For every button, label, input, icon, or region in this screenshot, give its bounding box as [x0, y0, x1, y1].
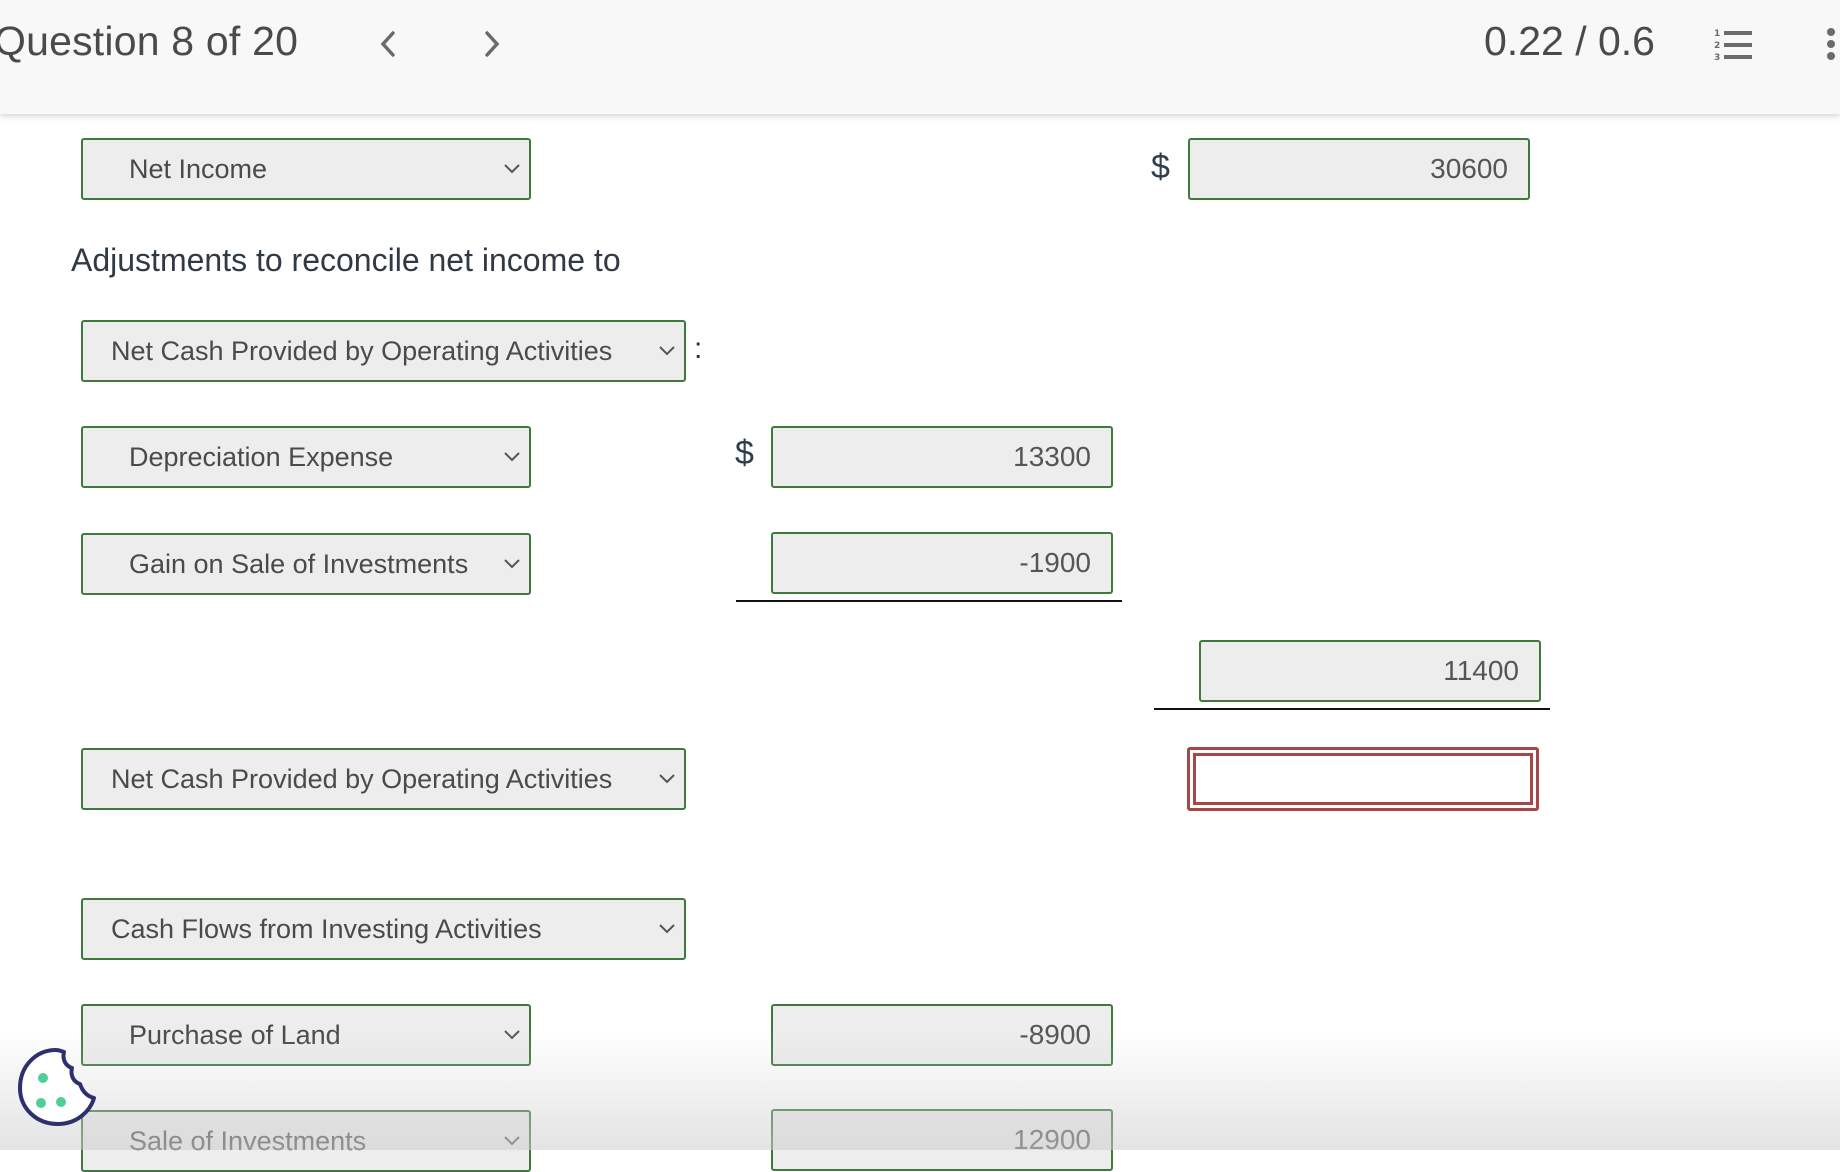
select-value: Net Cash Provided by Operating Activitie…	[111, 763, 613, 794]
chevron-down-icon	[659, 346, 675, 356]
question-list-button[interactable]: 1 2 3	[1712, 26, 1756, 63]
svg-text:3: 3	[1714, 53, 1720, 62]
chevron-down-icon	[504, 164, 520, 174]
account-select-operating-heading[interactable]: Net Cash Provided by Operating Activitie…	[81, 320, 686, 382]
svg-text:2: 2	[1714, 41, 1720, 51]
chevron-left-icon	[380, 31, 395, 57]
chevron-down-icon	[504, 452, 520, 462]
total-rule	[1154, 708, 1550, 710]
question-counter: Question 8 of 20	[0, 18, 299, 64]
account-select-gain-on-sale[interactable]: Gain on Sale of Investments	[81, 533, 531, 595]
account-select-net-income[interactable]: Net Income	[81, 138, 531, 200]
gain-on-sale-amount-input[interactable]: -1900	[771, 532, 1113, 594]
cookie-icon	[18, 1048, 96, 1126]
account-select-depreciation[interactable]: Depreciation Expense	[81, 426, 531, 488]
score-display: 0.22 / 0.6	[1484, 18, 1655, 64]
select-value: Net Income	[129, 153, 268, 184]
error-inner-border	[1193, 753, 1533, 805]
previous-question-button[interactable]	[370, 26, 406, 62]
purchase-of-land-amount-input[interactable]: -8900	[771, 1004, 1113, 1066]
cookie-settings-button[interactable]	[16, 1046, 98, 1128]
net-income-amount-input[interactable]: 30600	[1188, 138, 1530, 200]
account-select-purchase-of-land[interactable]: Purchase of Land	[81, 1004, 531, 1066]
subtotal-rule	[736, 600, 1122, 602]
adjustments-heading: Adjustments to reconcile net income to	[71, 242, 621, 278]
chevron-down-icon	[504, 1136, 520, 1146]
next-question-button[interactable]	[474, 26, 510, 62]
chevron-right-icon	[485, 31, 500, 57]
adjustments-total-input[interactable]: 11400	[1199, 640, 1541, 702]
account-select-sale-of-investments[interactable]: Sale of Investments	[81, 1110, 531, 1172]
numbered-list-icon: 1 2 3	[1714, 29, 1752, 63]
select-value: Gain on Sale of Investments	[129, 548, 469, 579]
chevron-down-icon	[659, 774, 675, 784]
currency-symbol: $	[1151, 148, 1170, 186]
depreciation-amount-input[interactable]: 13300	[771, 426, 1113, 488]
select-value: Cash Flows from Investing Activities	[111, 913, 542, 944]
chevron-down-icon	[504, 559, 520, 569]
more-vertical-icon	[1827, 28, 1835, 60]
select-value: Purchase of Land	[129, 1019, 341, 1050]
chevron-down-icon	[504, 1030, 520, 1040]
select-value: Sale of Investments	[129, 1125, 367, 1156]
more-options-button[interactable]	[1822, 24, 1840, 64]
select-value: Net Cash Provided by Operating Activitie…	[111, 335, 613, 366]
select-value: Depreciation Expense	[129, 441, 394, 472]
operating-total-amount-input-error[interactable]	[1187, 747, 1539, 811]
chevron-down-icon	[659, 924, 675, 934]
svg-text:1: 1	[1714, 29, 1720, 39]
colon-label: :	[694, 332, 703, 365]
currency-symbol: $	[735, 434, 754, 472]
question-header: Question 8 of 20 0.22 / 0.6 1 2 3	[0, 0, 1840, 114]
account-select-investing-heading[interactable]: Cash Flows from Investing Activities	[81, 898, 686, 960]
sale-of-investments-amount-input[interactable]: 12900	[771, 1109, 1113, 1171]
account-select-operating-total[interactable]: Net Cash Provided by Operating Activitie…	[81, 748, 686, 810]
